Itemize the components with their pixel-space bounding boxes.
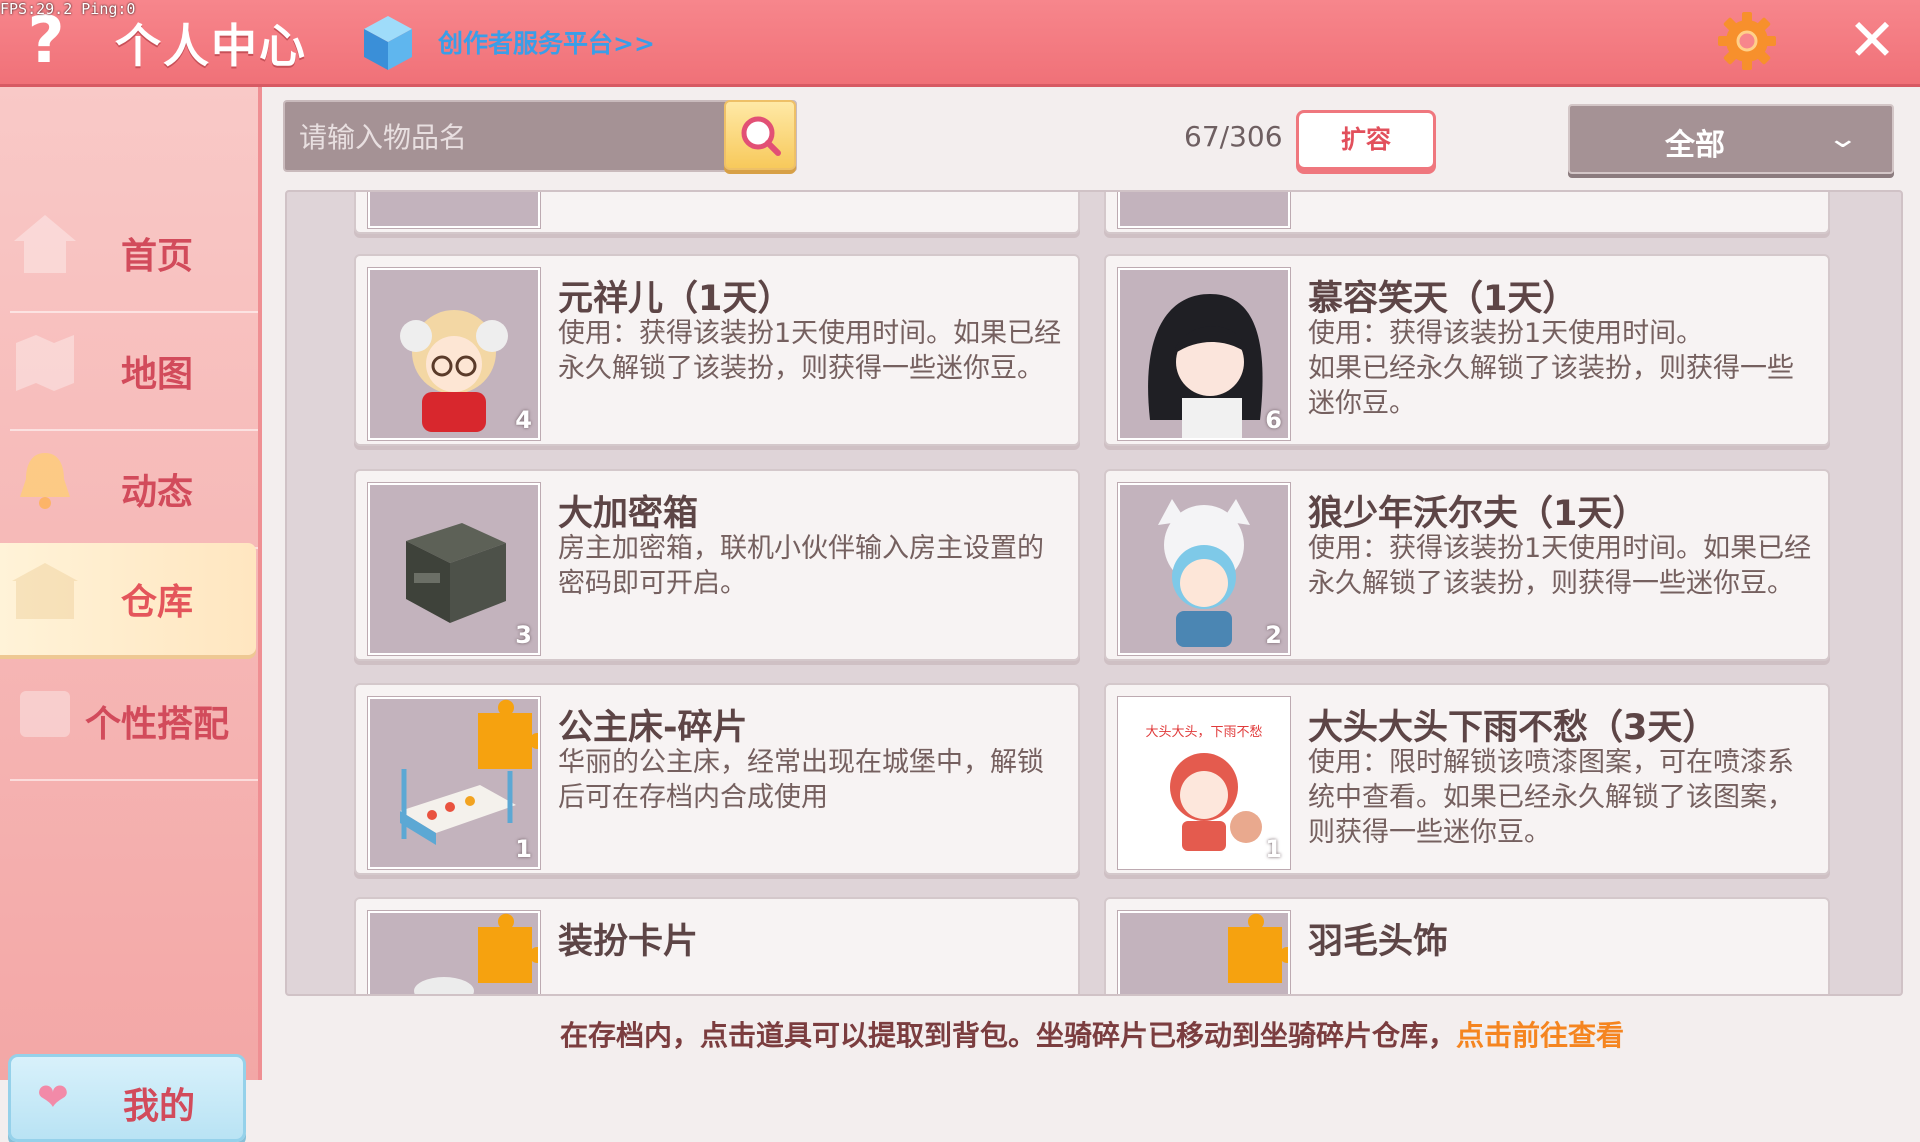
outfit-card-fragment	[367, 910, 546, 994]
item-name: 大加密箱	[558, 494, 699, 534]
item-name: 大头大头下雨不愁（3天）	[1308, 708, 1718, 748]
search-input[interactable]: 请输入物品名	[283, 100, 797, 172]
item-count: 1	[1265, 835, 1282, 863]
item-card[interactable]: 3 大加密箱 房主加密箱，联机小伙伴输入房主设置的密码即可开启。	[354, 469, 1080, 661]
item-card[interactable]	[354, 192, 1080, 234]
top-bar: ? 个人中心 创作者服务平台>> ✕	[0, 0, 1920, 87]
item-name: 公主床-碎片	[558, 708, 748, 748]
item-name: 慕容笑天（1天）	[1308, 279, 1578, 319]
sidebar-item-home[interactable]: 首页	[0, 195, 258, 313]
footer-text: 在存档内，点击道具可以提取到背包。坐骑碎片已移动到坐骑碎片仓库，	[559, 1019, 1456, 1052]
close-icon[interactable]: ✕	[1846, 11, 1898, 69]
locked-box-icon: 3	[367, 482, 541, 656]
capacity-counter: 67/306	[1184, 120, 1283, 153]
mine-label: 我的	[123, 1086, 196, 1127]
cube-icon	[364, 16, 412, 70]
item-count: 4	[515, 406, 532, 434]
sidebar-item-label: 地图	[120, 354, 193, 395]
view-mount-fragments-link[interactable]: 点击前往查看	[1456, 1019, 1624, 1052]
item-count: 3	[515, 621, 532, 649]
item-card[interactable]: 装扮卡片	[354, 897, 1080, 994]
sidebar-item-map[interactable]: 地图	[0, 313, 258, 431]
footer-hint: 在存档内，点击道具可以提取到背包。坐骑碎片已移动到坐骑碎片仓库，点击前往查看	[285, 1014, 1899, 1054]
thumb-caption: 大头大头，下雨不愁	[1145, 725, 1263, 740]
item-card[interactable]: 6 慕容笑天（1天） 使用：获得该装扮1天使用时间。 如果已经永久解锁了该装扮，…	[1104, 254, 1830, 446]
sidebar-item-label: 动态	[120, 472, 193, 513]
item-card[interactable]: 2 狼少年沃尔夫（1天） 使用：获得该装扮1天使用时间。如果已经永久解锁了该装扮…	[1104, 469, 1830, 661]
sidebar-item-outfit[interactable]: 个性搭配	[0, 663, 258, 781]
fps-counter: FPS:29.2 Ping:0	[0, 0, 136, 18]
item-count: 2	[1265, 621, 1282, 649]
item-description: 使用：获得该装扮1天使用时间。 如果已经永久解锁了该装扮，则获得一些迷你豆。	[1308, 318, 1794, 419]
sheep-girl-avatar: 4	[367, 267, 541, 441]
item-card[interactable]: 4 元祥儿（1天） 使用：获得该装扮1天使用时间。如果已经永久解锁了该装扮，则获…	[354, 254, 1080, 446]
filter-value: 全部	[1665, 128, 1725, 163]
item-description: 使用：获得该装扮1天使用时间。如果已经永久解锁了该装扮，则获得一些迷你豆。	[558, 318, 1062, 384]
princess-bed-fragment: 1	[367, 696, 546, 870]
black-hair-avatar: 6	[1117, 267, 1291, 441]
sidebar-item-label: 首页	[120, 236, 193, 277]
spray-paint-girl: 大头大头，下雨不愁 1	[1117, 696, 1291, 870]
item-description: 使用：获得该装扮1天使用时间。如果已经永久解锁了该装扮，则获得一些迷你豆。	[1308, 533, 1812, 599]
filter-dropdown[interactable]: 全部 ⌄	[1568, 104, 1894, 174]
creator-platform-link[interactable]: 创作者服务平台>>	[438, 24, 655, 60]
mine-button[interactable]: ❤ 我的	[8, 1054, 246, 1142]
sidebar: 首页 地图 动态 仓库 个性搭配 ❤ 我的	[0, 87, 262, 1142]
expand-button[interactable]: 扩容	[1296, 110, 1436, 170]
chevron-down-icon: ⌄	[1826, 124, 1860, 154]
heart-icon: ❤	[37, 1075, 69, 1119]
sidebar-item-feed[interactable]: 动态	[0, 431, 258, 549]
sidebar-item-label: 仓库	[120, 582, 193, 623]
item-name: 羽毛头饰	[1308, 922, 1449, 962]
item-thumbnail	[1117, 192, 1291, 229]
expand-label: 扩容	[1340, 125, 1391, 154]
page-title: 个人中心	[115, 19, 307, 73]
item-card[interactable]	[1104, 192, 1830, 234]
item-description: 房主加密箱，联机小伙伴输入房主设置的密码即可开启。	[558, 533, 1044, 599]
item-name: 元祥儿（1天）	[558, 279, 793, 319]
feather-headwear-fragment	[1117, 910, 1296, 994]
item-count: 1	[515, 835, 532, 863]
wolf-boy-avatar: 2	[1117, 482, 1291, 656]
divider	[10, 779, 258, 781]
item-name: 狼少年沃尔夫（1天）	[1308, 494, 1648, 534]
sidebar-item-label: 个性搭配	[84, 704, 229, 745]
search-icon	[741, 116, 781, 156]
gear-icon[interactable]	[1716, 10, 1778, 72]
sidebar-item-warehouse[interactable]: 仓库	[0, 543, 256, 655]
item-card[interactable]: 大头大头，下雨不愁 1 大头大头下雨不愁（3天） 使用：限时解锁该喷漆图案，可在…	[1104, 683, 1830, 875]
item-thumbnail	[367, 192, 541, 229]
item-card[interactable]: 羽毛头饰	[1104, 897, 1830, 994]
item-description: 使用：限时解锁该喷漆图案，可在喷漆系统中查看。如果已经永久解锁了该图案，则获得一…	[1308, 747, 1794, 848]
item-description: 华丽的公主床，经常出现在城堡中，解锁后可在存档内合成使用	[558, 747, 1044, 813]
search-button[interactable]	[724, 100, 796, 170]
search-placeholder: 请输入物品名	[299, 121, 468, 154]
item-list-panel[interactable]: 4 元祥儿（1天） 使用：获得该装扮1天使用时间。如果已经永久解锁了该装扮，则获…	[285, 190, 1903, 996]
item-card[interactable]: 1 公主床-碎片 华丽的公主床，经常出现在城堡中，解锁后可在存档内合成使用	[354, 683, 1080, 875]
item-count: 6	[1265, 406, 1282, 434]
item-name: 装扮卡片	[558, 922, 699, 962]
